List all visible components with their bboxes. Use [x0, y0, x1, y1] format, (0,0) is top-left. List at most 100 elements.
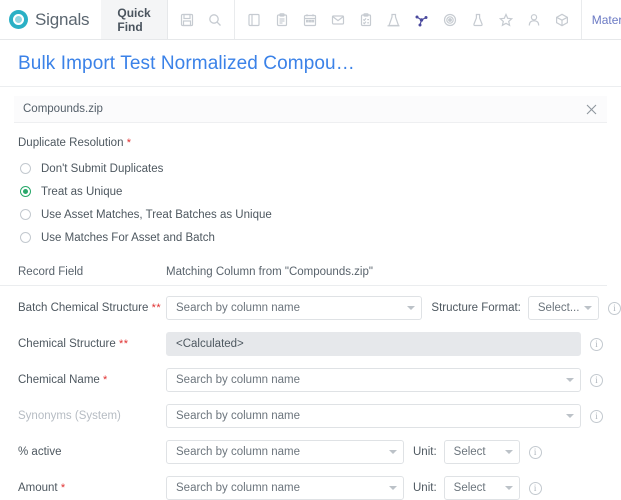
clipboard-icon[interactable] [271, 9, 293, 31]
vial-icon[interactable] [467, 9, 489, 31]
notebook-icon[interactable] [243, 9, 265, 31]
close-icon[interactable] [583, 101, 599, 117]
row-label-text: Chemical Structure [18, 338, 116, 350]
select-value: Search by column name [176, 302, 300, 314]
column-select-amount[interactable]: Search by column name [166, 476, 404, 500]
radio-option-dont-submit-duplicates[interactable]: Don't Submit Duplicates [18, 158, 621, 179]
cube-icon[interactable] [551, 9, 573, 31]
unit-label: Unit: [413, 446, 437, 458]
mail-icon[interactable] [327, 9, 349, 31]
table-row: % active Search by column name Unit: Sel… [0, 434, 621, 470]
required-marker: * [127, 137, 131, 149]
star-icon[interactable] [495, 9, 517, 31]
chevron-down-icon[interactable] [566, 378, 574, 382]
chevron-down-icon[interactable] [584, 306, 592, 310]
column-select-synonyms-system[interactable]: Search by column name [166, 404, 581, 428]
toolbar-group-apps [235, 0, 582, 39]
column-select-batch-chemical-structure[interactable]: Search by column name [166, 296, 422, 320]
radio-option-treat-as-unique[interactable]: Treat as Unique [18, 181, 621, 202]
calendar-icon[interactable] [299, 9, 321, 31]
file-name: Compounds.zip [23, 103, 103, 115]
toolbar-group-file [168, 0, 235, 39]
info-icon[interactable]: i [590, 410, 603, 423]
info-icon[interactable]: i [529, 446, 542, 459]
required-marker: * [61, 482, 65, 494]
tasks-icon[interactable] [355, 9, 377, 31]
duplicate-resolution-label: Duplicate Resolution * [18, 137, 621, 149]
select-value: Search by column name [176, 374, 300, 386]
radio-icon[interactable] [20, 209, 31, 220]
column-select-percent-active[interactable]: Search by column name [166, 440, 404, 464]
app-logo[interactable]: Signals [0, 0, 101, 39]
column-header-record-field: Record Field [18, 266, 166, 278]
column-select-chemical-name[interactable]: Search by column name [166, 368, 581, 392]
select-value: Select... [538, 302, 580, 314]
duplicate-resolution-group: Duplicate Resolution * Don't Submit Dupl… [0, 123, 621, 248]
mapping-table-header: Record Field Matching Column from "Compo… [0, 250, 607, 286]
breadcrumb: Materials > Te [582, 0, 621, 39]
radio-icon[interactable] [20, 232, 31, 243]
chevron-down-icon[interactable] [505, 486, 513, 490]
radio-option-use-matches-asset-batch[interactable]: Use Matches For Asset and Batch [18, 227, 621, 248]
row-label-text: Batch Chemical Structure [18, 302, 148, 314]
select-value: Search by column name [176, 446, 300, 458]
row-label-chemical-name: Chemical Name * [18, 374, 166, 386]
radio-label: Treat as Unique [41, 186, 122, 198]
row-label-text: Amount [18, 482, 58, 494]
search-icon[interactable] [204, 9, 226, 31]
row-label-text: % active [18, 446, 61, 458]
row-label-batch-chemical-structure: Batch Chemical Structure ** [18, 302, 166, 314]
radio-icon-selected[interactable] [20, 186, 31, 197]
app-name: Signals [35, 10, 89, 30]
unit-select-percent-active[interactable]: Select [444, 440, 520, 464]
chevron-down-icon[interactable] [566, 414, 574, 418]
table-row: Amount * Search by column name Unit: Sel… [0, 470, 621, 500]
page-title-bar: Bulk Import Test Normalized Compou… [0, 40, 621, 87]
row-label-text: Chemical Name [18, 374, 100, 386]
signals-logo-icon [9, 10, 28, 29]
calculated-field-chemical-structure: <Calculated> [166, 332, 581, 356]
select-value: Search by column name [176, 410, 300, 422]
row-label-amount: Amount * [18, 482, 166, 494]
row-label-synonyms-system: Synonyms (System) [18, 410, 166, 422]
radio-label: Don't Submit Duplicates [41, 163, 163, 175]
required-marker: * [103, 374, 107, 386]
flask-stand-icon[interactable] [383, 9, 405, 31]
select-value: Select [454, 482, 486, 494]
unit-label: Unit: [413, 482, 437, 494]
chevron-down-icon[interactable] [505, 450, 513, 454]
info-icon[interactable]: i [590, 338, 603, 351]
info-icon[interactable]: i [529, 482, 542, 495]
chevron-down-icon[interactable] [389, 450, 397, 454]
table-row: Chemical Structure ** <Calculated> i [0, 326, 621, 362]
row-label-text: Synonyms (System) [18, 410, 121, 422]
calculated-value: <Calculated> [176, 338, 244, 350]
target-icon[interactable] [439, 9, 461, 31]
structure-format-select[interactable]: Select... [528, 296, 599, 320]
duplicate-resolution-text: Duplicate Resolution [18, 137, 123, 149]
table-row: Batch Chemical Structure ** Search by co… [0, 290, 621, 326]
select-value: Select [454, 446, 486, 458]
table-row: Synonyms (System) Search by column name … [0, 398, 621, 434]
radio-label: Use Asset Matches, Treat Batches as Uniq… [41, 209, 272, 221]
tab-quick-find[interactable]: Quick Find [101, 0, 167, 39]
save-icon[interactable] [176, 9, 198, 31]
radio-icon[interactable] [20, 163, 31, 174]
uploaded-file-row: Compounds.zip [14, 96, 607, 123]
required-marker: ** [119, 338, 129, 350]
user-icon[interactable] [523, 9, 545, 31]
breadcrumb-root[interactable]: Materials [592, 13, 621, 27]
select-value: Search by column name [176, 482, 300, 494]
radio-option-use-asset-matches[interactable]: Use Asset Matches, Treat Batches as Uniq… [18, 204, 621, 225]
molecule-icon[interactable] [411, 9, 433, 31]
page-title: Bulk Import Test Normalized Compou… [18, 53, 603, 75]
required-marker: ** [152, 302, 162, 314]
chevron-down-icon[interactable] [407, 306, 415, 310]
radio-label: Use Matches For Asset and Batch [41, 232, 215, 244]
row-label-chemical-structure: Chemical Structure ** [18, 338, 166, 350]
chevron-down-icon[interactable] [389, 486, 397, 490]
info-icon[interactable]: i [590, 374, 603, 387]
mapping-rows: Batch Chemical Structure ** Search by co… [0, 286, 621, 500]
unit-select-amount[interactable]: Select [444, 476, 520, 500]
info-icon[interactable]: i [608, 302, 621, 315]
